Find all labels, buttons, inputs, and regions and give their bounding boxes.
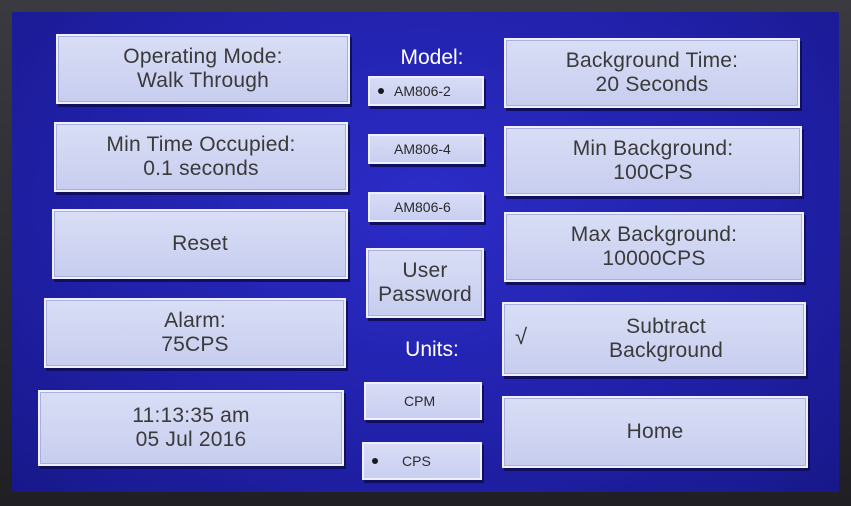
background-time-value: 20 Seconds (595, 73, 709, 96)
alarm-button[interactable]: Alarm: 75CPS (44, 298, 346, 368)
min-time-occupied-value: 0.1 seconds (143, 157, 259, 180)
user-password-line1: User (402, 259, 448, 282)
model-option-am806-4[interactable]: AM806-4 (368, 134, 484, 164)
touch-screen: Operating Mode: Walk Through Min Time Oc… (12, 12, 839, 492)
operating-mode-button[interactable]: Operating Mode: Walk Through (56, 34, 350, 104)
checkmark-icon: √ (514, 324, 528, 349)
max-background-title: Max Background: (570, 223, 738, 246)
units-option-cps[interactable]: CPS (362, 442, 482, 480)
min-time-occupied-title: Min Time Occupied: (106, 133, 296, 156)
home-button[interactable]: Home (502, 396, 808, 468)
subtract-background-toggle[interactable]: √ Subtract Background (502, 302, 806, 376)
home-label: Home (626, 420, 684, 443)
radio-unselected-icon (374, 398, 380, 404)
subtract-background-line1: Subtract (626, 315, 706, 338)
clock-display[interactable]: 11:13:35 am 05 Jul 2016 (38, 390, 344, 466)
operating-mode-title: Operating Mode: (123, 45, 283, 68)
user-password-button[interactable]: User Password (366, 248, 484, 318)
radio-unselected-icon (378, 204, 384, 210)
operating-mode-value: Walk Through (137, 69, 269, 92)
background-time-title: Background Time: (565, 49, 739, 72)
alarm-value: 75CPS (161, 333, 229, 356)
max-background-value: 10000CPS (602, 247, 706, 270)
background-time-button[interactable]: Background Time: 20 Seconds (504, 38, 800, 108)
units-option-label: CPM (404, 393, 436, 409)
model-option-label: AM806-4 (394, 141, 451, 157)
reset-button[interactable]: Reset (52, 209, 348, 279)
min-background-button[interactable]: Min Background: 100CPS (504, 126, 802, 196)
model-option-label: AM806-6 (394, 199, 451, 215)
units-option-label: CPS (402, 453, 431, 469)
units-label: Units: (405, 338, 459, 361)
subtract-background-line2: Background (608, 339, 724, 362)
user-password-line2: Password (378, 283, 472, 306)
min-background-title: Min Background: (572, 137, 734, 160)
model-option-am806-6[interactable]: AM806-6 (368, 192, 484, 222)
model-label: Model: (400, 46, 464, 69)
max-background-button[interactable]: Max Background: 10000CPS (504, 212, 804, 282)
radio-selected-icon (378, 88, 384, 94)
reset-label: Reset (172, 232, 228, 255)
clock-date: 05 Jul 2016 (135, 428, 247, 451)
model-option-am806-2[interactable]: AM806-2 (368, 76, 484, 106)
min-time-occupied-button[interactable]: Min Time Occupied: 0.1 seconds (54, 122, 348, 192)
radio-selected-icon (372, 458, 378, 464)
model-option-label: AM806-2 (394, 83, 451, 99)
min-background-value: 100CPS (613, 161, 693, 184)
radio-unselected-icon (378, 146, 384, 152)
clock-time: 11:13:35 am (132, 404, 250, 427)
alarm-title: Alarm: (164, 309, 226, 332)
units-option-cpm[interactable]: CPM (364, 382, 482, 420)
